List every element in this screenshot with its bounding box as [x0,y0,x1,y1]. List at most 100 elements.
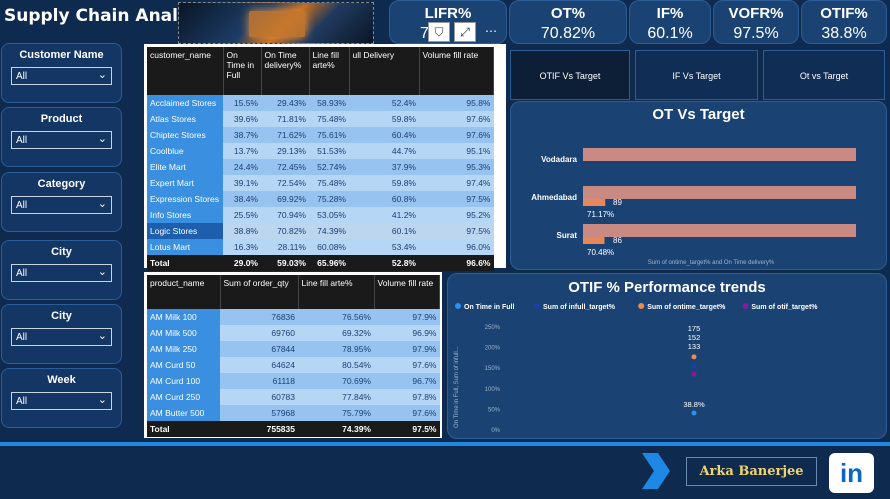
table-row[interactable]: Coolblue 13.7% 29.13% 51.53% 44.7% 95.1% [147,143,494,159]
column-header[interactable]: Volume fill rate [419,47,494,95]
total-cell: 52.8% [349,255,419,271]
column-header[interactable]: Sum of order_qty [220,275,299,309]
row-label-cell: Logic Stores [147,223,223,239]
chevron-down-icon: ⌄ [97,69,107,81]
row-label-cell: AM Milk 250 [147,341,220,357]
column-header[interactable]: Line fill arte% [298,275,375,309]
value-cell: 75.79% [298,405,374,421]
value-cell: 96.7% [374,373,440,389]
category-label: Vodadara [541,155,577,164]
value-cell: 64624 [220,357,298,373]
product-table-panel: product_name Sum of order_qty Line fill … [144,272,442,438]
value-cell: 77.84% [298,389,374,405]
row-label-cell: Info Stores [147,207,223,223]
focus-mode-icon[interactable]: ⤢ [454,22,476,42]
column-header[interactable]: On Time in Full [223,47,262,95]
column-header[interactable]: product_name [147,275,221,309]
total-cell: 74.39% [298,421,374,437]
table-row[interactable]: Elite Mart 24.4% 72.45% 52.74% 37.9% 95.3% [147,159,494,175]
filter-icon[interactable]: ⛉ [428,22,450,42]
bar-background [583,148,856,161]
kpi-ot-label: OT% [550,5,586,22]
value-cell: 80.54% [298,357,374,373]
dropdown-value: All [16,396,28,407]
row-label-cell: AM Milk 100 [147,309,220,325]
table-row[interactable]: AM Milk 100 76836 76.56% 97.9% [147,309,440,325]
category-dropdown[interactable]: All ⌄ [11,196,112,214]
legend-label: On Time in Full [464,304,514,311]
value-cell: 60.08% [309,239,349,255]
value-cell: 67844 [220,341,298,357]
table-row[interactable]: AM Curd 250 60783 77.84% 97.8% [147,389,440,405]
table-row[interactable]: Logic Stores 38.8% 70.82% 74.39% 60.1% 97.5% [147,223,494,239]
total-cell: 96.6% [419,255,494,271]
table-row[interactable]: Info Stores 25.5% 70.94% 53.05% 41.2% 95.2% [147,207,494,223]
value-cell: 13.7% [223,143,261,159]
table-row[interactable]: Expert Mart 39.1% 72.54% 75.48% 59.8% 97.4% [147,175,494,191]
value-cell: 60.4% [349,127,419,143]
y-tick-label: 200% [485,346,501,352]
table-row[interactable]: AM Butter 500 57968 75.79% 97.6% [147,405,440,421]
kpi-otif: OTIF% 38.8% [801,0,887,44]
tab-ot-vs-target[interactable]: Ot vs Target [763,50,885,100]
tab-if-vs-target[interactable]: IF Vs Target [635,50,758,100]
filter-city-2: City All ⌄ [1,304,122,364]
value-cell: 95.8% [419,95,494,111]
value-cell: 97.6% [374,405,440,421]
value-cell: 97.6% [374,357,440,373]
column-header[interactable]: customer_name [147,47,224,95]
value-cell: 96.9% [374,325,440,341]
value-cell: 25.5% [223,207,261,223]
table-row[interactable]: AM Milk 250 67844 78.95% 97.9% [147,341,440,357]
table-row[interactable]: AM Milk 500 69760 69.32% 96.9% [147,325,440,341]
table-row[interactable]: AM Curd 100 61118 70.69% 96.7% [147,373,440,389]
table-row[interactable]: Acclaimed Stores 15.5% 29.43% 58.93% 52.4% 95… [147,95,494,111]
kpi-if-value: 60.1% [647,25,693,42]
value-cell: 38.8% [223,223,261,239]
table-row[interactable]: Expression Stores 38.4% 69.92% 75.28% 60.8% 9… [147,191,494,207]
customer-name-dropdown[interactable]: All ⌄ [11,67,112,85]
week-dropdown[interactable]: All ⌄ [11,392,112,410]
value-cell: 52.4% [349,95,419,111]
table-row[interactable]: Atlas Stores 39.6% 71.81% 75.48% 59.8% 97.6% [147,111,494,127]
value-cell: 70.69% [298,373,374,389]
target-bar [583,199,606,206]
more-options-icon[interactable]: ⋯ [480,22,502,42]
value-cell: 97.9% [374,309,440,325]
data-point [691,354,697,360]
customer-table-panel: customer_name On Time in Full On Time de… [144,44,506,271]
value-cell: 96.0% [419,239,494,255]
row-label-cell: Coolblue [147,143,223,159]
value-cell: 69.92% [261,191,309,207]
value-cell: 72.54% [261,175,309,191]
table-row[interactable]: Lotus Mart 16.3% 28.11% 60.08% 53.4% 96.0% [147,239,494,255]
chevron-down-icon: ⌄ [97,198,107,210]
data-label: 38.8% [683,400,705,409]
value-cell: 78.95% [298,341,374,357]
table-row[interactable]: AM Curd 50 64624 80.54% 97.6% [147,357,440,373]
value-cell: 28.11% [261,239,309,255]
city-dropdown[interactable]: All ⌄ [11,264,112,282]
value-cell: 60.1% [349,223,419,239]
value-cell: 38.7% [223,127,261,143]
column-header[interactable]: Volume fill rate [374,275,440,309]
legend-marker [742,303,749,309]
row-label-cell: Elite Mart [147,159,223,175]
value-cell: 41.2% [349,207,419,223]
city-2-dropdown[interactable]: All ⌄ [11,328,112,346]
column-header[interactable]: Line fill arte% [309,47,350,95]
column-header[interactable]: ull Delivery [349,47,420,95]
tab-otif-vs-target[interactable]: OTIF Vs Target [510,50,630,100]
linkedin-icon[interactable]: in [829,453,874,493]
product-dropdown[interactable]: All ⌄ [11,131,112,149]
legend-marker [534,303,540,309]
value-cell: 71.81% [261,111,309,127]
data-label: 175 [688,324,701,333]
chevron-down-icon: ⌄ [97,330,107,342]
value-cell: 97.9% [374,341,440,357]
row-label-cell: Acclaimed Stores [147,95,223,111]
column-header[interactable]: On Time delivery% [261,47,310,95]
table-row[interactable]: Chiptec Stores 38.7% 71.62% 75.61% 60.4% 97.6… [147,127,494,143]
kpi-vofr-value: 97.5% [733,25,779,42]
value-cell: 97.4% [419,175,494,191]
